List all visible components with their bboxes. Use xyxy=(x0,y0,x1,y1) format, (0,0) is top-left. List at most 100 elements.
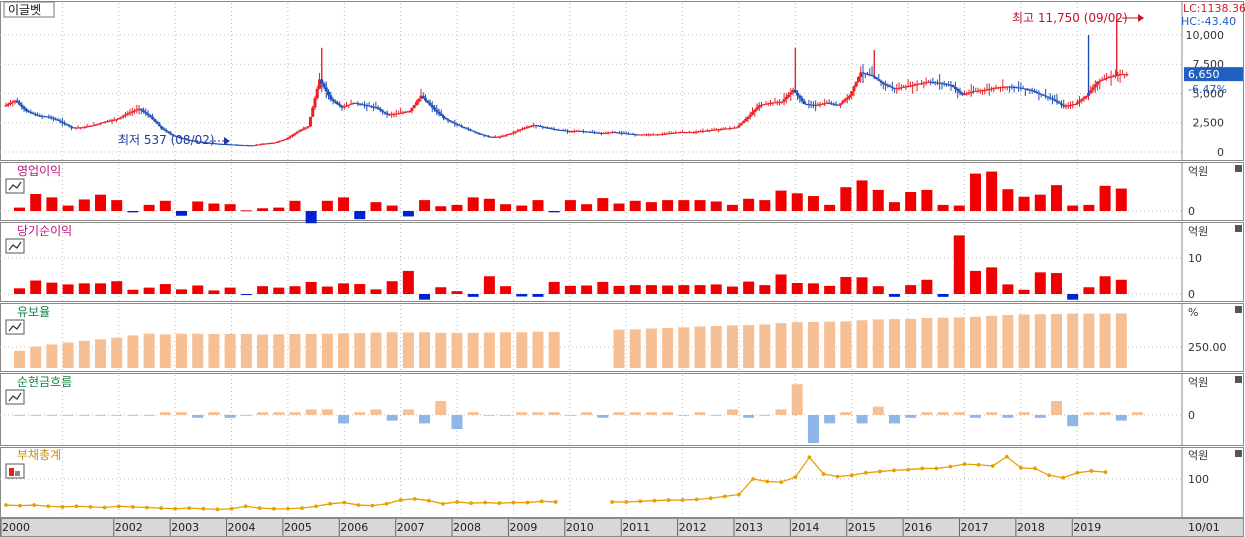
bar-1 xyxy=(872,189,884,211)
liabilities-point xyxy=(539,499,544,504)
candle-body xyxy=(958,90,962,93)
candle-body xyxy=(1035,91,1039,93)
bar-2 xyxy=(532,294,544,297)
candle-body xyxy=(133,110,137,112)
panel-close-icon[interactable] xyxy=(1235,306,1242,313)
bar-2 xyxy=(613,285,625,294)
candle-body xyxy=(1059,103,1063,105)
page-title: 이글벳 xyxy=(8,3,41,17)
bar-3 xyxy=(467,332,479,368)
bar-3 xyxy=(888,319,900,368)
liabilities-point xyxy=(271,506,276,511)
panel-close-icon[interactable] xyxy=(1235,376,1242,383)
bar-4 xyxy=(95,415,107,416)
bar-4 xyxy=(419,415,431,424)
bar-1 xyxy=(78,199,90,211)
bar-4 xyxy=(386,415,398,421)
bar-3 xyxy=(273,334,285,368)
panel-close-icon[interactable] xyxy=(1235,165,1242,172)
bar-1 xyxy=(224,204,236,211)
x-tick-label: 2014 xyxy=(791,521,819,534)
candle-body xyxy=(1073,104,1077,105)
candle-body xyxy=(514,131,518,133)
bar-1 xyxy=(613,203,625,211)
panel-close-icon[interactable] xyxy=(1235,450,1242,457)
bar-4 xyxy=(451,415,463,429)
bar-1 xyxy=(176,211,188,216)
bar-2 xyxy=(143,287,155,294)
bar-2 xyxy=(645,285,657,294)
candle-body xyxy=(417,98,421,102)
candle-body xyxy=(6,104,10,106)
candle-body xyxy=(4,105,8,107)
x-axis-right-label: 10/01 xyxy=(1188,521,1220,534)
liabilities-point xyxy=(370,503,375,508)
liabilities-point xyxy=(525,500,530,505)
bar-4 xyxy=(937,412,949,415)
bar-4 xyxy=(986,412,998,415)
panel-title-2: 당기순이익 xyxy=(17,224,72,238)
bar-4 xyxy=(710,415,722,416)
bar-2 xyxy=(1018,289,1030,294)
liabilities-point xyxy=(426,498,431,503)
price-y-tick: 10,000 xyxy=(1186,29,1225,42)
candle-body xyxy=(381,110,385,112)
liabilities-point xyxy=(553,500,558,504)
panel-unit-3: % xyxy=(1188,306,1198,319)
candle-body xyxy=(157,123,161,127)
bar-4 xyxy=(775,409,787,415)
candle-body xyxy=(124,114,128,116)
bar-3 xyxy=(662,327,674,368)
bar-2 xyxy=(321,286,333,294)
candle-body xyxy=(455,123,459,125)
bar-2 xyxy=(208,290,220,294)
bar-1 xyxy=(240,210,252,212)
bar-4 xyxy=(824,415,836,424)
bar-4 xyxy=(629,412,641,415)
candle-body xyxy=(845,97,849,100)
bar-2 xyxy=(840,276,852,294)
bar-1 xyxy=(532,200,544,211)
candle-body xyxy=(800,98,804,102)
liabilities-point xyxy=(1033,466,1037,471)
liabilities-point xyxy=(1047,473,1051,478)
panel-chart-icon[interactable] xyxy=(5,178,25,194)
liabilities-point xyxy=(835,474,840,479)
bar-3 xyxy=(224,333,236,368)
candle-body xyxy=(421,95,425,99)
bar-4 xyxy=(1067,415,1079,427)
candle-body xyxy=(516,130,520,132)
panel-chart-icon[interactable] xyxy=(5,319,25,335)
liabilities-point xyxy=(1075,470,1080,475)
bar-2 xyxy=(807,283,819,294)
bar-1 xyxy=(192,201,204,211)
candle-body xyxy=(509,133,513,135)
x-tick-label: 2015 xyxy=(848,521,876,534)
candle-body xyxy=(58,120,62,122)
panel-chart-icon[interactable] xyxy=(5,389,25,405)
bar-4 xyxy=(46,415,58,416)
bar-3 xyxy=(435,332,447,368)
candle-body xyxy=(884,84,888,86)
candle-body xyxy=(737,125,741,128)
candle-body xyxy=(135,109,139,111)
bar-3 xyxy=(451,332,463,368)
bar-3 xyxy=(613,329,625,368)
candle-body xyxy=(442,115,446,119)
candle-body xyxy=(313,98,317,108)
candle-body xyxy=(879,80,883,83)
candle-body xyxy=(453,122,457,124)
candle-body xyxy=(881,82,885,85)
price-y-tick: 2,500 xyxy=(1193,117,1225,130)
candle-body xyxy=(349,103,353,105)
bar-3 xyxy=(46,344,58,368)
candle-body xyxy=(293,133,297,135)
bar-1 xyxy=(305,211,317,224)
bar-4 xyxy=(969,415,981,418)
bar-1 xyxy=(321,200,333,211)
bar-2 xyxy=(127,289,139,294)
panel-close-icon[interactable] xyxy=(1235,225,1242,232)
liabilities-point xyxy=(173,506,178,511)
candle-body xyxy=(755,107,759,110)
panel-chart-icon[interactable] xyxy=(5,238,25,254)
